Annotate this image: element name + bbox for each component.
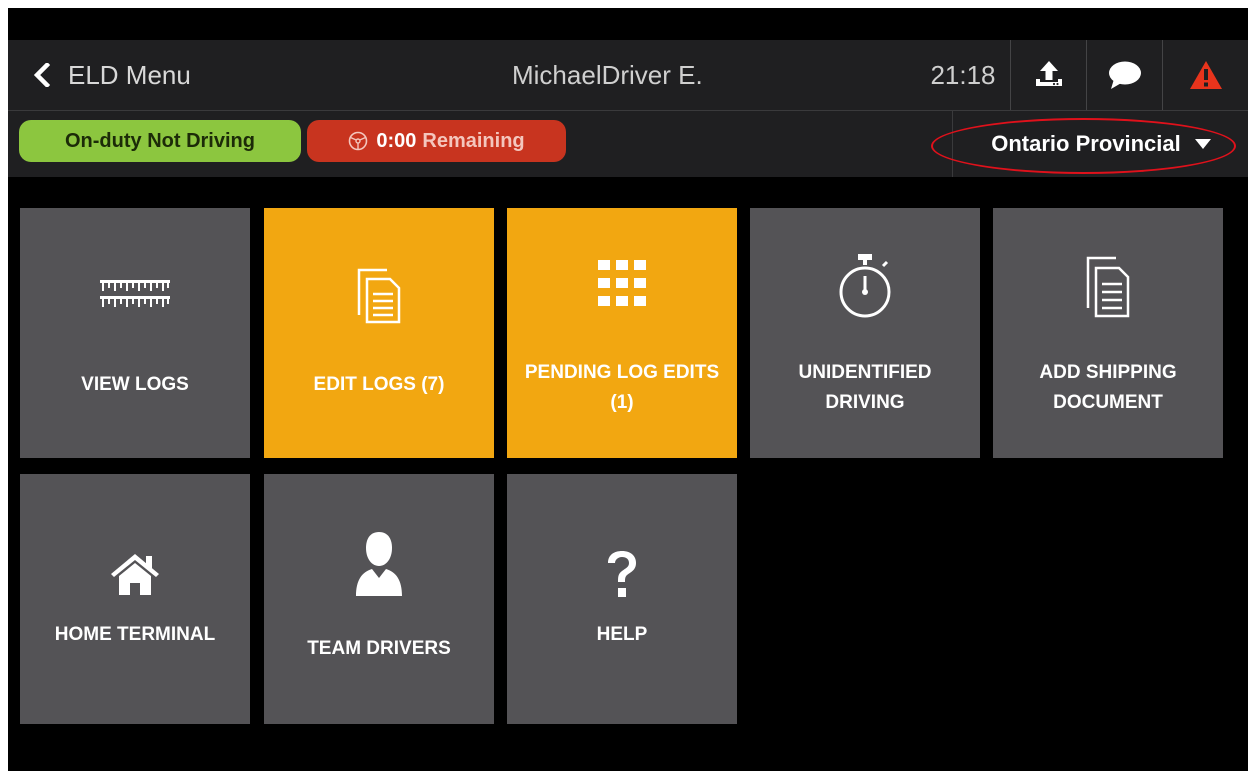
back-label: ELD Menu: [68, 59, 191, 90]
clock: 21:18: [930, 59, 996, 90]
alert-button[interactable]: [1162, 40, 1248, 110]
tile-label: UNIDENTIFIED DRIVING: [798, 362, 932, 413]
tile-label: ADD SHIPPING DOCUMENT: [1039, 362, 1177, 413]
stopwatch-icon: [839, 254, 891, 318]
chevron-left-icon: [34, 63, 50, 87]
tile-label: TEAM DRIVERS: [307, 638, 451, 659]
person-icon: [356, 532, 402, 596]
back-button[interactable]: ELD Menu: [34, 40, 191, 110]
messages-button[interactable]: [1086, 40, 1162, 110]
duty-status-label: On-duty Not Driving: [65, 129, 255, 152]
tile-pending-log-edits[interactable]: PENDING LOG EDITS (1): [507, 208, 737, 458]
tile-help[interactable]: HELP: [507, 474, 737, 724]
duty-status-badge[interactable]: On-duty Not Driving: [19, 120, 301, 162]
driver-name: MichaelDriver E.: [512, 59, 703, 90]
top-bar: ELD Menu MichaelDriver E. 21:18: [8, 40, 1248, 111]
tile-label: VIEW LOGS: [81, 374, 189, 395]
grid-icon: [598, 260, 646, 306]
documents-icon: [357, 268, 401, 324]
warning-icon: [1190, 61, 1222, 89]
question-icon: [608, 551, 636, 597]
tile-edit-logs[interactable]: EDIT LOGS (7): [264, 208, 494, 458]
ruler-icon: [100, 280, 170, 307]
tile-team-drivers[interactable]: TEAM DRIVERS: [264, 474, 494, 724]
tile-label: HOME TERMINAL: [54, 624, 216, 645]
tile-view-logs[interactable]: VIEW LOGS: [20, 208, 250, 458]
remaining-time-label: Remaining: [422, 129, 525, 152]
documents-icon: [1086, 256, 1130, 318]
upload-button[interactable]: [1010, 40, 1086, 110]
eld-screen: ELD Menu MichaelDriver E. 21:18 On-duty …: [8, 8, 1248, 771]
remaining-time-value: 0:00: [376, 129, 417, 152]
upload-icon: [1035, 61, 1062, 86]
tile-label: PENDING LOG EDITS (1): [524, 362, 720, 413]
jurisdiction-value: Ontario Provincial: [991, 131, 1181, 156]
tile-add-shipping-document[interactable]: ADD SHIPPING DOCUMENT: [993, 208, 1223, 458]
tile-label: EDIT LOGS (7): [313, 374, 445, 395]
tile-home-terminal[interactable]: HOME TERMINAL: [20, 474, 250, 724]
status-bar: On-duty Not Driving 0:00 Remaining Ontar…: [8, 111, 1248, 177]
chat-bubble-icon: [1108, 61, 1141, 89]
tile-unidentified-driving[interactable]: UNIDENTIFIED DRIVING: [750, 208, 980, 458]
steering-wheel-icon: [349, 131, 368, 151]
jurisdiction-dropdown[interactable]: Ontario Provincial: [952, 111, 1248, 177]
home-icon: [111, 554, 159, 595]
caret-down-icon: [1194, 139, 1211, 149]
tile-label: HELP: [596, 624, 648, 645]
remaining-time-badge[interactable]: 0:00 Remaining: [307, 120, 566, 162]
